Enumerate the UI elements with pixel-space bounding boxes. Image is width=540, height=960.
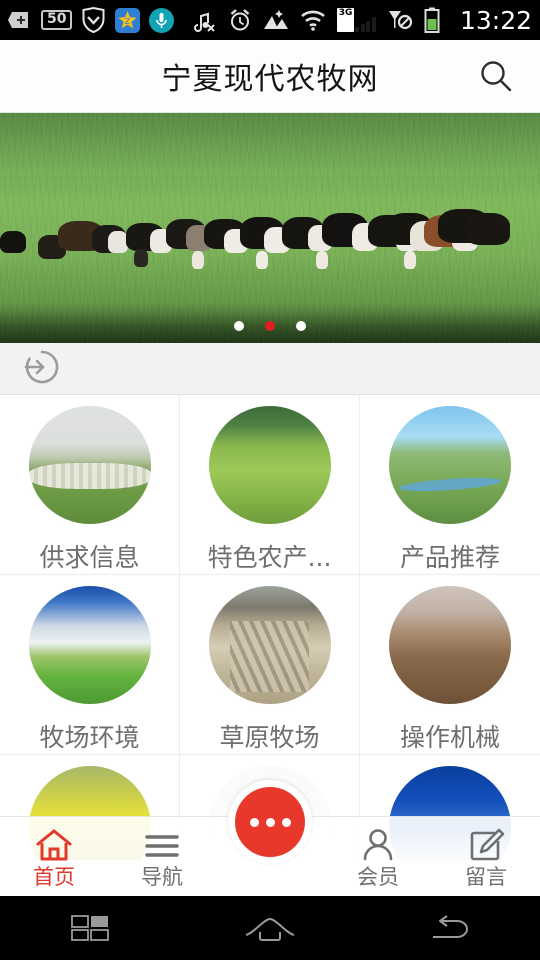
edit-pencil-icon bbox=[470, 828, 505, 860]
svg-text:Z: Z bbox=[125, 16, 130, 25]
signal-3g-icon: 3G bbox=[336, 8, 376, 32]
tab-message[interactable]: 留言 bbox=[432, 817, 540, 897]
page-title: 宁夏现代农牧网 bbox=[161, 62, 379, 97]
android-navigation-bar bbox=[0, 896, 540, 960]
star-app-icon: Z bbox=[115, 7, 141, 33]
history-arrow-icon bbox=[24, 350, 59, 383]
grid-item-label: 草原牧场 bbox=[219, 723, 320, 752]
grid-thumbnail bbox=[389, 586, 511, 704]
status-bar-clock: 13:22 bbox=[459, 5, 532, 35]
tab-label: 会员 bbox=[357, 864, 399, 889]
back-icon bbox=[433, 915, 468, 938]
grid-item-label: 牧场环境 bbox=[39, 723, 140, 752]
history-bar bbox=[0, 343, 540, 395]
grid-item-label: 供求信息 bbox=[39, 543, 140, 572]
history-button[interactable] bbox=[22, 347, 62, 391]
grid-item-5[interactable]: 操作机械 bbox=[360, 575, 540, 755]
user-icon bbox=[363, 828, 393, 860]
grid-item-label: 特色农产... bbox=[207, 543, 332, 572]
banner-carousel[interactable] bbox=[0, 113, 540, 343]
grid-item-label: 产品推荐 bbox=[399, 543, 500, 572]
battery-icon bbox=[424, 7, 440, 33]
recents-icon bbox=[71, 915, 109, 941]
grid-thumbnail bbox=[28, 406, 151, 524]
android-back-button[interactable] bbox=[360, 913, 540, 943]
grid-item-1[interactable]: 特色农产... bbox=[180, 395, 360, 575]
grid-thumbnail bbox=[28, 586, 151, 704]
status-bar-right-icons: 3G 13:22 bbox=[191, 6, 532, 35]
grid-thumbnail bbox=[208, 586, 331, 704]
battery-50-badge-icon: 50 bbox=[41, 10, 73, 30]
microphone-icon bbox=[149, 7, 175, 33]
status-bar: 50 Z 3G 13:22 bbox=[0, 0, 540, 40]
home-icon bbox=[245, 917, 295, 941]
more-fab-button[interactable] bbox=[228, 780, 312, 864]
tab-member[interactable]: 会员 bbox=[324, 817, 432, 897]
home-icon bbox=[36, 829, 72, 860]
wifi-icon bbox=[300, 10, 325, 31]
android-home-button[interactable] bbox=[180, 913, 360, 943]
grid-item-label: 操作机械 bbox=[399, 723, 500, 752]
photo-icon bbox=[263, 10, 288, 29]
tab-label: 留言 bbox=[465, 864, 507, 889]
download-arrow-icon bbox=[8, 12, 28, 28]
grid-item-0[interactable]: 供求信息 bbox=[0, 395, 180, 575]
more-dots-icon bbox=[235, 787, 305, 857]
grid-thumbnail bbox=[389, 406, 511, 524]
grid-item-2[interactable]: 产品推荐 bbox=[360, 395, 540, 575]
search-icon bbox=[481, 61, 512, 92]
grid-item-4[interactable]: 草原牧场 bbox=[180, 575, 360, 755]
grid-thumbnail bbox=[208, 406, 331, 524]
android-recents-button[interactable] bbox=[0, 913, 180, 943]
carousel-dots bbox=[0, 321, 540, 331]
signal-bars-icon bbox=[355, 17, 376, 32]
no-sim-icon bbox=[388, 11, 413, 30]
shield-icon bbox=[82, 7, 105, 33]
carousel-dot-1[interactable] bbox=[234, 321, 244, 331]
carousel-dot-3[interactable] bbox=[296, 321, 306, 331]
tab-label: 首页 bbox=[33, 864, 75, 889]
alarm-clock-icon bbox=[230, 9, 250, 31]
menu-lines-icon bbox=[145, 834, 179, 857]
tab-navigation[interactable]: 导航 bbox=[108, 817, 216, 897]
grid-item-3[interactable]: 牧场环境 bbox=[0, 575, 180, 755]
carousel-dot-2[interactable] bbox=[265, 321, 275, 331]
music-off-icon bbox=[193, 12, 215, 32]
search-button[interactable] bbox=[470, 50, 522, 102]
tab-label: 导航 bbox=[141, 864, 183, 889]
phone-screen: 50 Z 3G 13:22 宁夏现代农牧网 供求信息 特色农产... 产品推荐 … bbox=[0, 0, 540, 960]
status-bar-left-icons: 50 Z bbox=[8, 7, 175, 33]
tab-home[interactable]: 首页 bbox=[0, 817, 108, 897]
app-header: 宁夏现代农牧网 bbox=[0, 40, 540, 113]
